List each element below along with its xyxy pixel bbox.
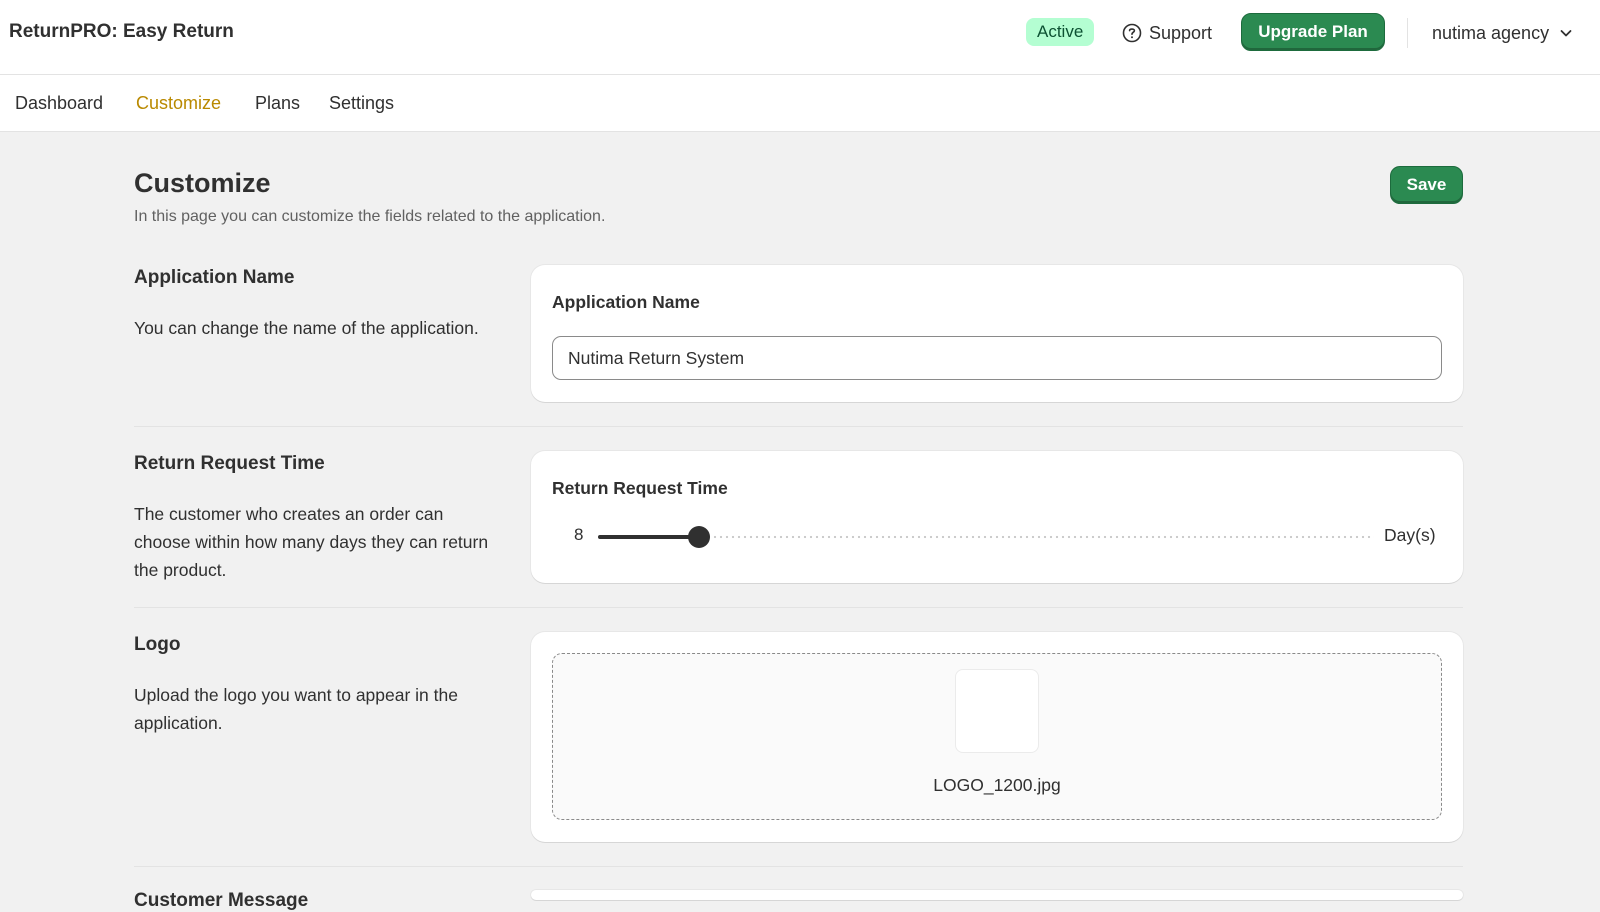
status-badge: Active — [1026, 18, 1095, 46]
header-divider — [1407, 18, 1408, 48]
section-desc-app-name: You can change the name of the applicati… — [134, 318, 479, 338]
main-nav: Dashboard Customize Plans Settings — [0, 75, 1600, 132]
section-title-app-name: Application Name — [134, 267, 295, 288]
customer-message-card — [531, 890, 1463, 900]
section-desc-logo: Upload the logo you want to appear in th… — [134, 685, 458, 733]
slider-thumb[interactable] — [687, 526, 710, 548]
slider-value: 8 — [574, 525, 584, 544]
tab-plans[interactable]: Plans — [255, 93, 300, 114]
return-time-slider[interactable] — [598, 526, 1374, 548]
support-label: Support — [1149, 22, 1213, 43]
logo-card: LOGO_1200.jpg — [531, 632, 1463, 842]
return-time-field-label: Return Request Time — [552, 478, 728, 498]
support-button[interactable]: Support — [1122, 20, 1212, 46]
slider-fill — [598, 535, 699, 539]
tab-settings[interactable]: Settings — [329, 93, 394, 114]
tab-customize[interactable]: Customize — [136, 93, 221, 114]
section-divider — [134, 426, 1463, 427]
account-name: nutima agency — [1432, 22, 1550, 43]
section-divider — [134, 866, 1463, 867]
app-title: ReturnPRO: Easy Return — [9, 21, 234, 42]
logo-thumbnail — [955, 669, 1039, 753]
top-bar: ReturnPRO: Easy Return Active Support Up… — [0, 0, 1600, 75]
app-name-card: Application Name — [531, 265, 1463, 402]
section-desc-return-time: The customer who creates an order can ch… — [134, 504, 489, 580]
question-circle-icon — [1122, 23, 1142, 43]
account-menu[interactable]: nutima agency — [1432, 20, 1573, 46]
app-name-field-label: Application Name — [552, 292, 700, 312]
save-button[interactable]: Save — [1390, 166, 1463, 204]
page-subtitle: In this page you can customize the field… — [134, 208, 606, 225]
tab-dashboard[interactable]: Dashboard — [15, 93, 103, 114]
return-time-card: Return Request Time 8 Day(s) — [531, 451, 1463, 583]
logo-file-name: LOGO_1200.jpg — [933, 775, 1061, 795]
page-title: Customize — [134, 168, 271, 198]
section-title-customer-message: Customer Message — [134, 890, 309, 911]
section-title-logo: Logo — [134, 634, 181, 655]
app-name-input[interactable] — [552, 336, 1442, 380]
section-title-return-time: Return Request Time — [134, 453, 325, 474]
slider-unit-label: Day(s) — [1384, 525, 1436, 545]
section-divider — [134, 607, 1463, 608]
upgrade-plan-button[interactable]: Upgrade Plan — [1241, 13, 1385, 51]
logo-dropzone[interactable]: LOGO_1200.jpg — [552, 653, 1442, 820]
chevron-down-icon — [1560, 30, 1572, 37]
